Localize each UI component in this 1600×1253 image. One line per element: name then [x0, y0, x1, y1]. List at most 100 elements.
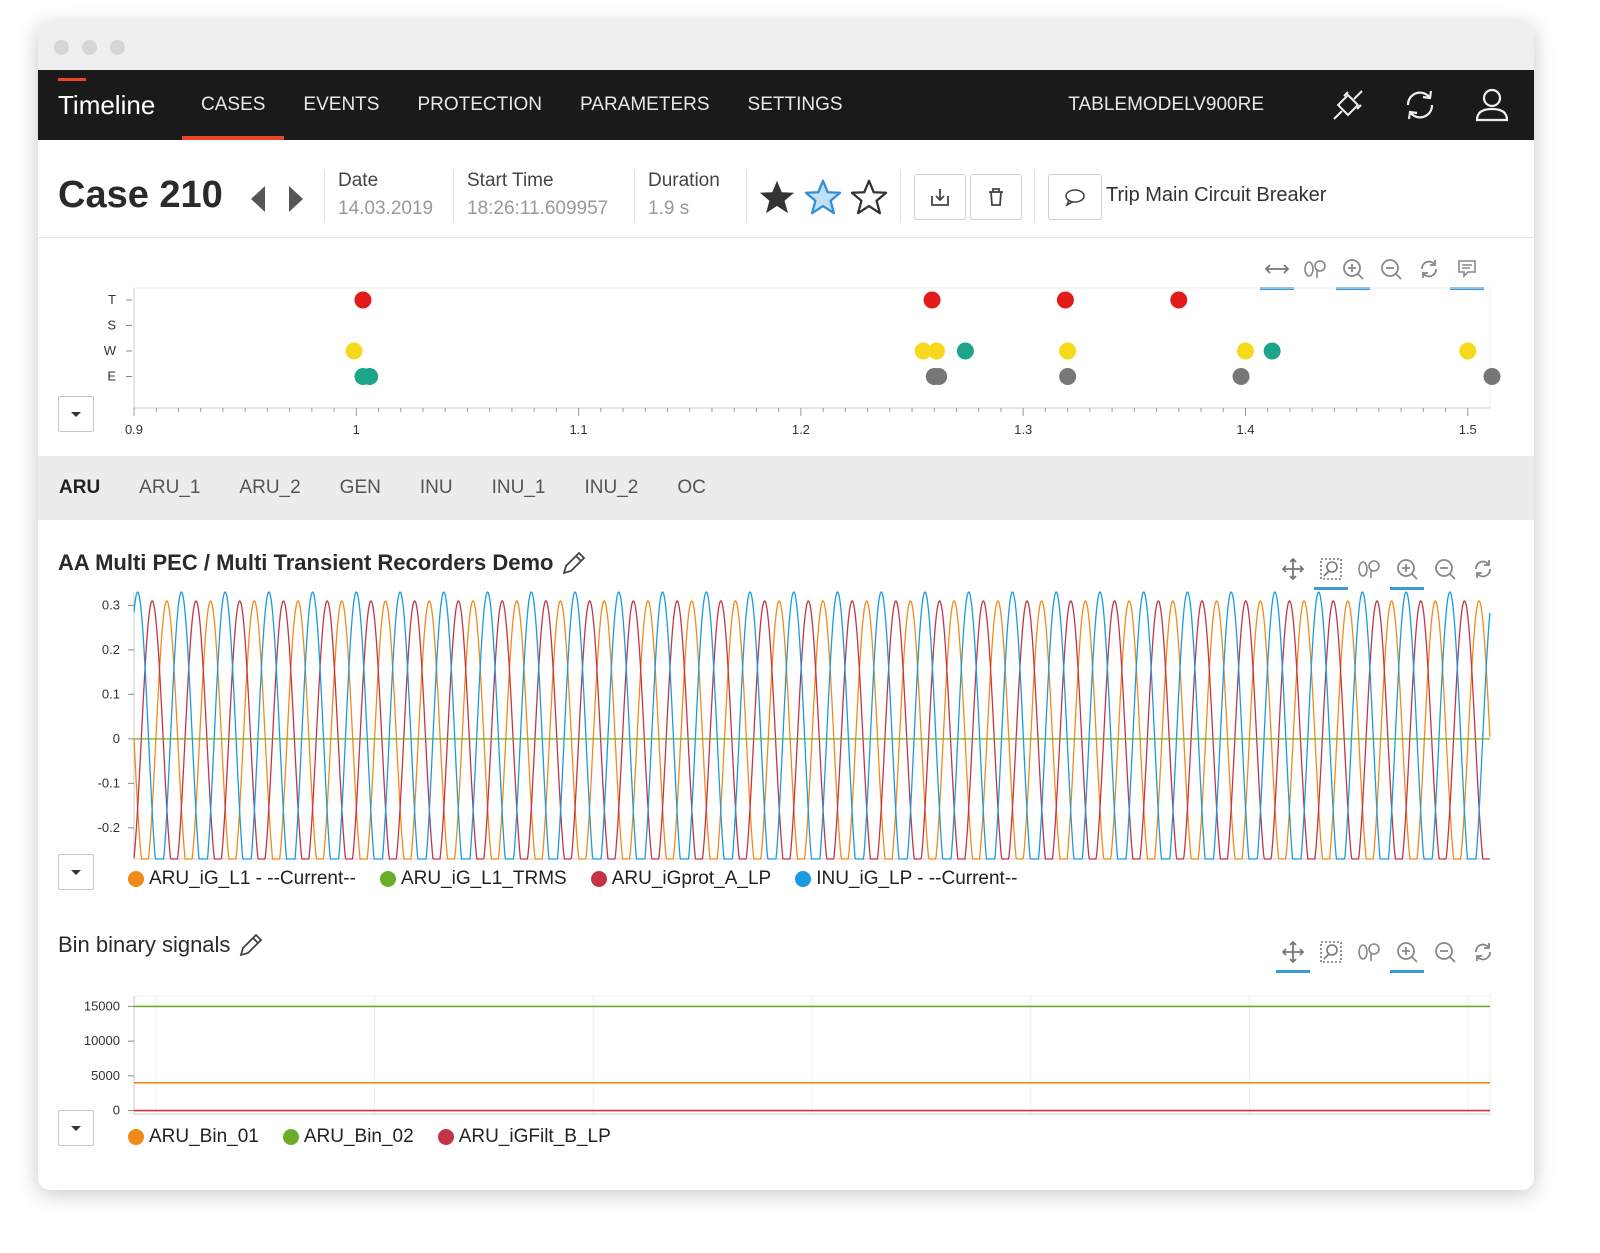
- legend-label: INU_iG_LP - --Current--: [816, 868, 1018, 889]
- tab-inu[interactable]: INU: [420, 477, 453, 499]
- event-marker: [361, 368, 379, 385]
- y-tick-label: 5000: [91, 1068, 120, 1083]
- device-name[interactable]: TABLEMODELV900RE: [1068, 94, 1264, 116]
- legend-label: ARU_Bin_01: [149, 1126, 259, 1147]
- y-tick-label: 0.3: [102, 597, 120, 612]
- binary-signals-chart[interactable]: 1500010000500000.911.11.21.31.41.5: [38, 966, 1534, 1131]
- legend-item[interactable]: ARU_Bin_02: [282, 1126, 414, 1148]
- nav-right: TABLEMODELV900RE: [1068, 70, 1514, 140]
- event-marker: [930, 368, 948, 385]
- analog-chart-title: AA Multi PEC / Multi Transient Recorders…: [58, 550, 554, 575]
- star-outline-icon[interactable]: [850, 178, 888, 216]
- y-tick-label: 15000: [84, 998, 120, 1013]
- event-marker: [927, 342, 945, 360]
- legend-item[interactable]: ARU_iG_L1 - --Current--: [128, 868, 356, 890]
- analog-chart-legend: ARU_iG_L1 - --Current-- ARU_iG_L1_TRMS A…: [128, 868, 1042, 890]
- edit-pencil-icon[interactable]: [236, 930, 266, 960]
- tab-inu-1[interactable]: INU_1: [492, 477, 546, 499]
- event-marker: [1236, 342, 1254, 360]
- analog-signals-chart[interactable]: 0.30.20.10-0.1-0.20.911.11.21.31.41.5: [38, 582, 1534, 872]
- legend-item[interactable]: ARU_iGprot_A_LP: [590, 868, 772, 890]
- zoom-reset-tool-icon[interactable]: [1350, 554, 1388, 584]
- binary-chart-title-row: Bin binary signals: [58, 930, 266, 960]
- chevron-down-icon: [71, 870, 81, 875]
- window-titlebar: [38, 22, 1534, 70]
- zoom-in-tool-icon[interactable]: [1388, 554, 1426, 590]
- top-navbar: Timeline CASES EVENTS PROTECTION PARAMET…: [38, 70, 1534, 140]
- star-highlight-icon[interactable]: [804, 178, 842, 216]
- binary-chart-title: Bin binary signals: [58, 932, 231, 957]
- legend-swatch: [282, 1129, 299, 1145]
- binary-chart-collapse-button[interactable]: [58, 1110, 94, 1146]
- legend-item[interactable]: ARU_iGFilt_B_LP: [437, 1126, 611, 1148]
- zoom-out-tool-icon[interactable]: [1426, 937, 1464, 967]
- brand-title[interactable]: Timeline: [58, 70, 155, 140]
- event-marker: [1232, 368, 1250, 385]
- tab-aru-1[interactable]: ARU_1: [139, 477, 200, 499]
- star-filled-icon[interactable]: [758, 178, 796, 216]
- nav-parameters[interactable]: PARAMETERS: [561, 70, 729, 140]
- legend-item[interactable]: INU_iG_LP - --Current--: [795, 868, 1018, 890]
- close-window-dot[interactable]: [54, 40, 69, 55]
- tab-aru[interactable]: ARU: [59, 477, 100, 499]
- box-zoom-tool-icon[interactable]: [1312, 937, 1350, 967]
- y-tick-label: 0.2: [102, 642, 120, 657]
- x-tick-label: 1.5: [1459, 1129, 1477, 1131]
- download-button[interactable]: [914, 174, 966, 220]
- delete-button[interactable]: [970, 174, 1022, 220]
- y-tick-label: 10000: [84, 1033, 120, 1048]
- nav-events[interactable]: EVENTS: [284, 70, 398, 140]
- edit-pencil-icon[interactable]: [559, 548, 589, 578]
- maximize-window-dot[interactable]: [110, 40, 125, 55]
- plug-icon[interactable]: [1326, 83, 1370, 127]
- zoom-in-tool-icon[interactable]: [1388, 937, 1426, 973]
- case-comment[interactable]: Trip Main Circuit Breaker: [1106, 184, 1326, 207]
- y-tick-label: 0: [113, 1103, 120, 1118]
- event-marker: [1459, 342, 1477, 360]
- divider: [900, 170, 901, 222]
- y-tick-label: 0.1: [102, 686, 120, 701]
- reset-tool-icon[interactable]: [1464, 937, 1502, 967]
- tab-inu-2[interactable]: INU_2: [584, 477, 638, 499]
- divider: [634, 170, 635, 222]
- legend-label: ARU_iGprot_A_LP: [611, 868, 772, 889]
- minimize-window-dot[interactable]: [82, 40, 97, 55]
- event-chart-collapse-button[interactable]: [58, 396, 94, 432]
- reset-tool-icon[interactable]: [1464, 554, 1502, 584]
- recorder-tabs: ARU ARU_1 ARU_2 GEN INU INU_1 INU_2 OC: [38, 456, 1534, 520]
- user-icon[interactable]: [1470, 83, 1514, 127]
- event-timeline-chart[interactable]: TSWE 0.9 1 1.1 1.2 1.3 1.4 1.5: [38, 278, 1534, 446]
- nav-links: CASES EVENTS PROTECTION PARAMETERS SETTI…: [182, 70, 862, 140]
- box-zoom-tool-icon[interactable]: [1312, 554, 1350, 590]
- binary-chart-legend: ARU_Bin_01 ARU_Bin_02 ARU_iGFilt_B_LP: [128, 1126, 635, 1148]
- x-tick-label: 1.4: [1240, 871, 1258, 872]
- tab-aru-2[interactable]: ARU_2: [239, 477, 300, 499]
- analog-chart-collapse-button[interactable]: [58, 854, 94, 890]
- legend-item[interactable]: ARU_Bin_01: [128, 1126, 259, 1148]
- event-marker: [956, 342, 974, 360]
- refresh-icon[interactable]: [1398, 83, 1442, 127]
- comment-button[interactable]: [1048, 174, 1102, 220]
- event-marker: [1059, 368, 1077, 385]
- zoom-reset-tool-icon[interactable]: [1350, 937, 1388, 967]
- next-case-icon[interactable]: [287, 184, 305, 214]
- previous-case-icon[interactable]: [249, 184, 267, 214]
- chevron-down-icon: [71, 1126, 81, 1131]
- chevron-down-icon: [71, 412, 81, 417]
- event-marker: [1483, 368, 1501, 385]
- pan-tool-icon[interactable]: [1274, 937, 1312, 973]
- start-time-label: Start Time: [467, 170, 554, 191]
- nav-cases[interactable]: CASES: [182, 70, 285, 140]
- duration-label: Duration: [648, 170, 720, 191]
- legend-item[interactable]: ARU_iG_L1_TRMS: [379, 868, 567, 890]
- divider: [1034, 170, 1035, 222]
- x-tick-label: 1: [353, 422, 360, 437]
- pan-tool-icon[interactable]: [1274, 554, 1312, 584]
- analog-chart-title-row: AA Multi PEC / Multi Transient Recorders…: [58, 548, 589, 578]
- zoom-out-tool-icon[interactable]: [1426, 554, 1464, 584]
- nav-settings[interactable]: SETTINGS: [729, 70, 862, 140]
- duration-block: Duration 1.9 s: [648, 170, 720, 220]
- nav-protection[interactable]: PROTECTION: [398, 70, 561, 140]
- tab-gen[interactable]: GEN: [340, 477, 381, 499]
- tab-oc[interactable]: OC: [677, 477, 706, 499]
